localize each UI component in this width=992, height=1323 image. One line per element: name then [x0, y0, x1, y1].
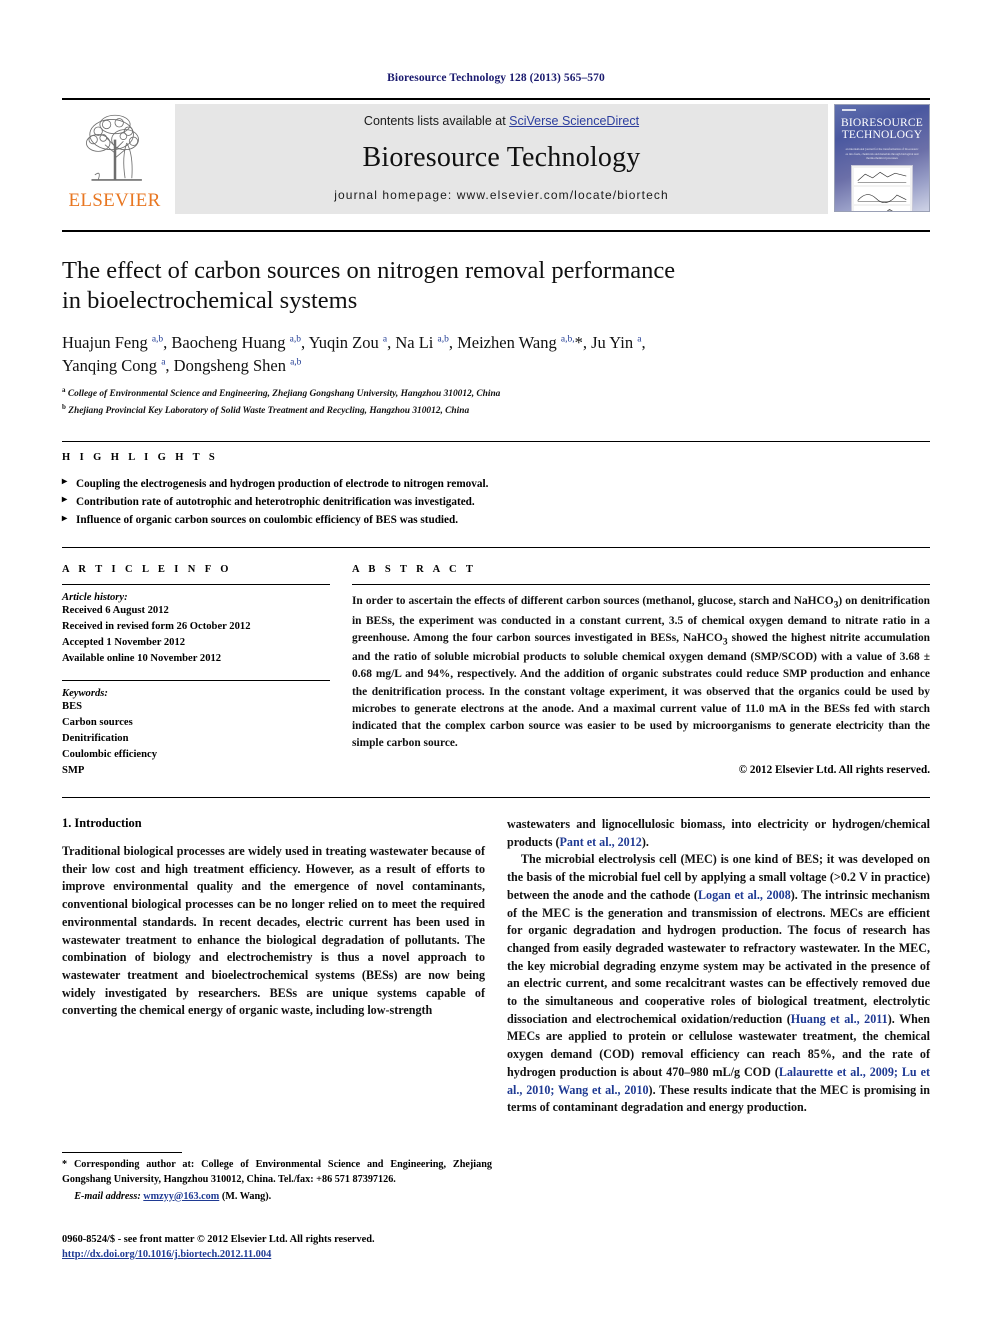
cover-title-line2: TECHNOLOGY — [841, 128, 923, 141]
issn-line: 0960-8524/$ - see front matter © 2012 El… — [62, 1234, 375, 1245]
email-link[interactable]: wmzyy@163.com — [143, 1191, 219, 1202]
keyword-item: SMP — [62, 764, 85, 776]
cover-figure-panel — [851, 164, 913, 211]
keywords-block: Keywords: BES Carbon sources Denitrifica… — [62, 679, 330, 779]
body-paragraph: The microbial electrolysis cell (MEC) is… — [507, 852, 931, 1115]
article-history-label: Article history: — [62, 592, 128, 604]
affiliation-b: b Zhejiang Provincial Key Laboratory of … — [62, 403, 470, 417]
footnote-divider — [62, 1152, 182, 1153]
body-left-column: 1. Introduction Traditional biological p… — [62, 816, 485, 1117]
abstract-copyright: © 2012 Elsevier Ltd. All rights reserved… — [738, 764, 930, 777]
contents-lists-line: Contents lists available at SciVerse Sci… — [364, 114, 639, 128]
elsevier-wordmark: ELSEVIER — [68, 190, 161, 211]
section-heading-introduction: 1. Introduction — [62, 816, 142, 831]
article-history-item: Received 6 August 2012 — [62, 605, 169, 617]
article-history-item: Received in revised form 26 October 2012 — [62, 621, 251, 633]
abstract-heading: A B S T R A C T — [352, 564, 477, 576]
article-info-heading: A R T I C L E I N F O — [62, 564, 232, 576]
cover-chart-2-icon — [854, 186, 910, 204]
abstract-text: In order to ascertain the effects of dif… — [352, 595, 930, 749]
body-divider — [62, 797, 930, 799]
title-block: The effect of carbon sources on nitrogen… — [62, 230, 930, 419]
abstract-column: A B S T R A C T In order to ascertain th… — [352, 564, 930, 779]
journal-cover-thumbnail: BIORESOURCE TECHNOLOGY an international … — [834, 104, 930, 212]
cover-chart-1-icon — [854, 167, 910, 185]
page-title: The effect of carbon sources on nitrogen… — [62, 256, 930, 316]
abstract-body: In order to ascertain the effects of dif… — [352, 584, 930, 776]
article-history-block: Article history: Received 6 August 2012 … — [62, 584, 330, 667]
body-columns: 1. Introduction Traditional biological p… — [62, 816, 930, 1117]
highlights-heading: H I G H L I G H T S — [62, 451, 219, 463]
author-line-2: Yanqing Cong a, Dongsheng Shen a,b — [62, 355, 302, 375]
highlight-item: Influence of organic carbon sources on c… — [62, 511, 930, 529]
body-paragraph: Traditional biological processes are wid… — [62, 844, 485, 1018]
sciencedirect-link[interactable]: SciVerse ScienceDirect — [509, 114, 639, 128]
highlight-item: Contribution rate of autotrophic and het… — [62, 492, 930, 511]
highlights-list: Coupling the electrogenesis and hydrogen… — [62, 474, 930, 529]
author-list: Huajun Feng a,b, Baocheng Huang a,b, Yuq… — [62, 332, 930, 378]
running-head: Bioresource Technology 128 (2013) 565–57… — [387, 72, 605, 84]
cover-title: BIORESOURCE TECHNOLOGY — [840, 117, 924, 141]
highlights-divider — [62, 547, 930, 549]
author-line-1: Huajun Feng a,b, Baocheng Huang a,b, Yuq… — [62, 332, 646, 352]
cover-chart-3-icon — [854, 205, 910, 211]
doi-link[interactable]: http://dx.doi.org/10.1016/j.biortech.201… — [62, 1249, 271, 1260]
cover-title-line1: BIORESOURCE — [840, 117, 924, 129]
elsevier-tree-icon — [85, 114, 142, 181]
contents-prefix: Contents lists available at — [363, 114, 510, 128]
paper-title-line2: in bioelectrochemical systems — [62, 286, 358, 314]
journal-title: Bioresource Technology — [362, 142, 641, 173]
cover-elsevier-mark-icon — [842, 109, 856, 111]
body-right-column: wastewaters and lignocellulosic biomass,… — [507, 816, 930, 1117]
elsevier-logo: ELSEVIER — [62, 100, 167, 218]
keyword-item: BES — [62, 700, 83, 712]
journal-homepage[interactable]: journal homepage: www.elsevier.com/locat… — [334, 188, 668, 202]
keywords-label: Keywords: — [62, 687, 108, 699]
article-info-column: A R T I C L E I N F O Article history: R… — [62, 564, 330, 779]
article-history-item: Available online 10 November 2012 — [62, 653, 222, 665]
body-paragraph: wastewaters and lignocellulosic biomass,… — [507, 817, 930, 849]
cover-blurb: an international journal for the transfo… — [845, 147, 919, 161]
highlight-item: Coupling the electrogenesis and hydrogen… — [62, 474, 930, 493]
masthead-center: Contents lists available at SciVerse Sci… — [175, 104, 828, 214]
email-suffix: (M. Wang). — [221, 1190, 272, 1202]
corresponding-author-note: * Corresponding author at: College of En… — [62, 1159, 492, 1185]
info-abstract-row: A R T I C L E I N F O Article history: R… — [62, 564, 930, 779]
article-history-item: Accepted 1 November 2012 — [62, 637, 186, 649]
colophon-block: 0960-8524/$ - see front matter © 2012 El… — [62, 1232, 502, 1262]
keyword-item: Denitrification — [62, 732, 129, 744]
email-note: E-mail address: wmzyy@163.com (M. Wang). — [62, 1191, 492, 1202]
paper-title-line1: The effect of carbon sources on nitrogen… — [62, 257, 676, 284]
journal-masthead: ELSEVIER Contents lists available at Sci… — [62, 98, 930, 218]
affiliation-a: a College of Environmental Science and E… — [62, 386, 501, 400]
keyword-item: Carbon sources — [62, 716, 133, 728]
highlights-section: H I G H L I G H T S Coupling the electro… — [62, 440, 930, 549]
affiliation-list: a College of Environmental Science and E… — [62, 385, 930, 419]
footnote-block: * Corresponding author at: College of En… — [62, 1152, 492, 1202]
article-page: Bioresource Technology 128 (2013) 565–57… — [0, 0, 992, 1323]
keyword-item: Coulombic efficiency — [62, 748, 158, 760]
email-label: E-mail address: — [74, 1190, 141, 1202]
